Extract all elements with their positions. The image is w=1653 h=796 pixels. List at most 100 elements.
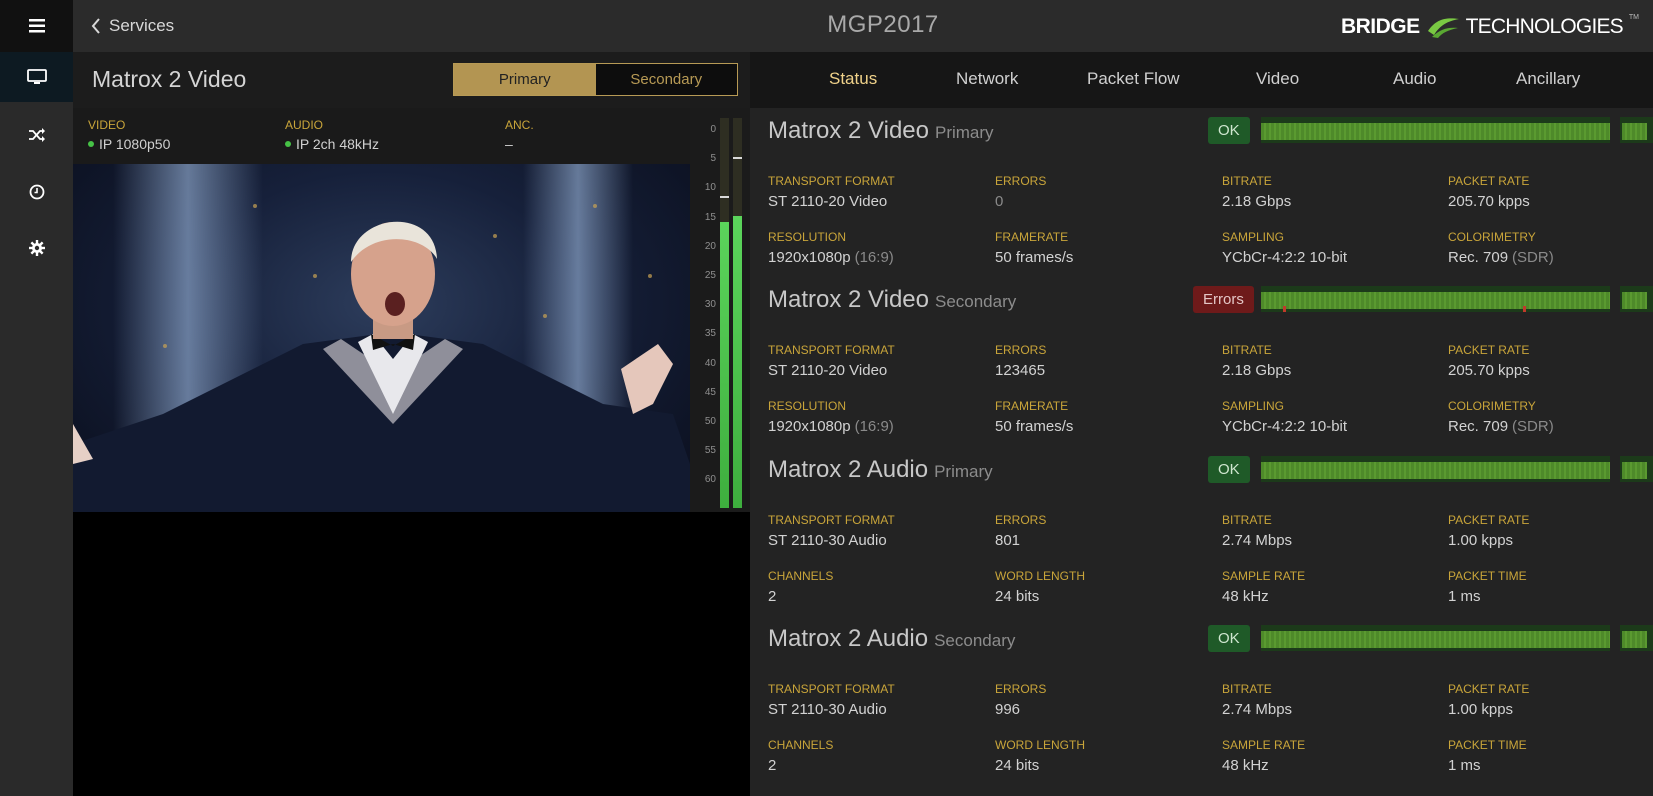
rail-shuffle-button[interactable] (0, 110, 73, 160)
field-value-row: 2 (768, 588, 833, 605)
field-label: PACKET TIME (1448, 569, 1527, 583)
field-value: ST 2110-20 Video (768, 193, 888, 210)
field-value-row: 50 frames/s (995, 249, 1073, 266)
status-badge[interactable]: Errors (1193, 286, 1254, 313)
meter-channel-1 (720, 118, 729, 508)
meter-tick-label: 35 (704, 328, 716, 340)
field-value: 50 frames/s (995, 418, 1074, 435)
field-label: SAMPLE RATE (1222, 569, 1306, 583)
stream-card[interactable]: Matrox 2 Video Primary OK TRANSPORT FORMAT S… (750, 117, 1653, 287)
status-badge[interactable]: OK (1208, 117, 1250, 144)
status-history-bar[interactable] (1261, 117, 1610, 143)
field-value-row: YCbCr-4:2:2 10-bit (1222, 418, 1347, 435)
field-value-row: 2.74 Mbps (1222, 532, 1292, 549)
field-value: 205.70 kpps (1448, 362, 1530, 379)
rail-settings-button[interactable] (0, 223, 73, 273)
status-history-bar[interactable] (1261, 456, 1610, 482)
meter-tick-label: 5 (710, 153, 716, 165)
stream-title: Matrox 2 Video (768, 117, 929, 144)
field-label: SAMPLING (1222, 230, 1285, 244)
stream-field: FRAMERATE 50 frames/s (995, 230, 1073, 266)
tab-status[interactable]: Status (829, 69, 877, 89)
field-label: BITRATE (1222, 682, 1272, 696)
field-value-row: 1.00 kpps (1448, 532, 1529, 549)
back-to-services-link[interactable]: Services (91, 14, 174, 38)
secondary-toggle-button[interactable]: Secondary (595, 64, 737, 95)
audio-status-dot (285, 141, 291, 147)
field-value-row: 1.00 kpps (1448, 701, 1529, 718)
stream-card[interactable]: Matrox 2 Audio Secondary OK TRANSPORT FORMA… (750, 625, 1653, 795)
tab-network[interactable]: Network (956, 69, 1018, 89)
field-value-row: 24 bits (995, 757, 1085, 774)
stream-field: WORD LENGTH 24 bits (995, 738, 1085, 774)
history-fill (1261, 631, 1610, 648)
stream-field: PACKET RATE 205.70 kpps (1448, 174, 1530, 210)
field-value-row: ST 2110-30 Audio (768, 532, 895, 549)
rail-clock-button[interactable] (0, 167, 73, 217)
back-label: Services (109, 16, 175, 35)
history-fill (1622, 123, 1647, 140)
stream-field: BITRATE 2.74 Mbps (1222, 513, 1292, 549)
field-value: 1 ms (1448, 588, 1481, 605)
rail-monitor-button[interactable] (0, 52, 73, 102)
menu-button[interactable] (0, 0, 73, 52)
video-preview[interactable] (73, 164, 690, 512)
field-label: RESOLUTION (768, 230, 847, 244)
tab-packet-flow[interactable]: Packet Flow (1087, 69, 1180, 89)
field-value-extra: (16:9) (854, 249, 894, 266)
error-marker (1523, 306, 1526, 312)
status-history-bar[interactable] (1261, 286, 1610, 312)
field-value: 1920x1080p (768, 418, 851, 435)
empty-preview-area (73, 512, 750, 796)
status-history-bar[interactable] (1261, 625, 1610, 651)
status-badge[interactable]: OK (1208, 625, 1250, 652)
meter-tick-label: 25 (704, 270, 716, 281)
field-value-row: 2.18 Gbps (1222, 193, 1291, 210)
stream-name: Matrox 2 Audio Primary (768, 456, 993, 484)
meter-tick-label: 60 (704, 474, 716, 486)
status-history-current (1620, 286, 1653, 312)
stream-field: TRANSPORT FORMAT ST 2110-30 Audio (768, 682, 895, 718)
meter-tick-label: 10 (704, 182, 716, 194)
field-label: PACKET RATE (1448, 513, 1530, 527)
field-label: SAMPLING (1222, 399, 1285, 413)
status-panel: Status Network Packet Flow Video Audio A… (750, 52, 1653, 796)
stream-leg: Secondary (934, 292, 1017, 311)
field-value-row: 1 ms (1448, 757, 1527, 774)
meter-tick-label: 20 (704, 240, 716, 252)
status-badge[interactable]: OK (1208, 456, 1250, 483)
field-value: 1.00 kpps (1448, 532, 1514, 549)
meter-tick-label: 50 (704, 416, 716, 427)
audio-meta-label: AUDIO (285, 118, 324, 132)
audio-level-meter: 0 5 10 15 20 25 30 35 40 45 50 55 60 (690, 108, 750, 512)
stream-field: ERRORS 801 (995, 513, 1046, 549)
field-value-row: 0 (995, 193, 1046, 210)
field-label: TRANSPORT FORMAT (768, 174, 895, 188)
tab-audio[interactable]: Audio (1393, 69, 1436, 89)
stream-field: ERRORS 0 (995, 174, 1046, 210)
gear-icon (28, 240, 45, 256)
tab-ancillary[interactable]: Ancillary (1516, 69, 1580, 89)
stream-card[interactable]: Matrox 2 Video Secondary Errors TRANSPORT F… (750, 286, 1653, 456)
logo-light-text: TECHNOLOGIES (1465, 15, 1624, 38)
video-meta: VIDEO IP 1080p50 (88, 118, 170, 152)
tab-video[interactable]: Video (1256, 69, 1299, 89)
primary-toggle-button[interactable]: Primary (454, 64, 596, 95)
stream-card[interactable]: Matrox 2 Audio Primary OK TRANSPORT FORMAT S… (750, 456, 1653, 626)
field-value-row: 24 bits (995, 588, 1085, 605)
error-marker (1283, 306, 1286, 312)
field-value: 1.00 kpps (1448, 701, 1514, 718)
history-fill (1261, 462, 1610, 479)
field-value: 24 bits (995, 588, 1040, 605)
audio-meta: AUDIO IP 2ch 48kHz (285, 118, 379, 152)
service-name: Matrox 2 Video (92, 66, 247, 92)
meter-tick-label: 40 (704, 357, 716, 369)
field-value-row: ST 2110-20 Video (768, 193, 895, 210)
logo-bold-text: BRIDGE (1340, 15, 1420, 38)
stream-meta: VIDEO IP 1080p50 AUDIO IP 2ch 48kHz ANC.… (73, 108, 690, 164)
field-label: COLORIMETRY (1448, 399, 1536, 413)
field-label: BITRATE (1222, 343, 1272, 357)
field-value: 2.18 Gbps (1222, 362, 1292, 379)
meter-tick-label: 15 (704, 211, 716, 223)
field-label: CHANNELS (768, 569, 834, 583)
